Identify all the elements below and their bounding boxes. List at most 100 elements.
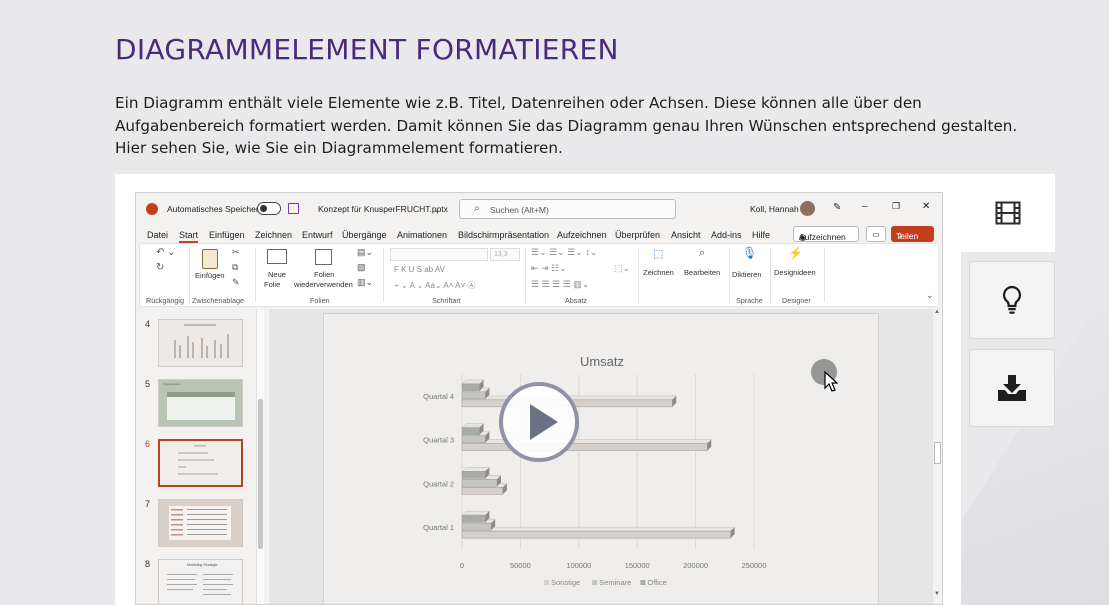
tip-button[interactable] (969, 261, 1055, 339)
page-title: DIAGRAMMELEMENT FORMATIEREN (115, 33, 619, 66)
legend-swatch (544, 580, 549, 585)
bar-office (461, 383, 480, 392)
bar-sonstige (461, 487, 504, 495)
draw-icon[interactable]: ⬚ (653, 247, 663, 260)
record-button[interactable]: ◉ Aufzeichnen (793, 226, 859, 242)
bar-seminare (461, 391, 486, 400)
pen-icon[interactable]: ✎ (833, 202, 841, 213)
video-tab-button[interactable] (985, 196, 1031, 230)
font-color-buttons[interactable]: ⌁ ⌄ A ⌄ Aa⌄ A˄ A˅ Ⓐ (394, 280, 475, 291)
thumbnail-scrollbar[interactable] (256, 309, 264, 604)
download-button[interactable] (969, 349, 1055, 427)
reset-icon[interactable]: ▧ (357, 262, 366, 273)
reuse-slides-icon[interactable] (315, 249, 332, 265)
bar-office (461, 471, 486, 479)
mouse-cursor-icon (824, 371, 838, 392)
menu-uebergaenge[interactable]: Übergänge (342, 230, 387, 240)
folien-wv-label-1[interactable]: Folien (314, 270, 334, 279)
slide-thumbnail-5[interactable]: Organisation (158, 379, 243, 427)
y-category-label: Quartal 2 (423, 479, 454, 488)
bar-chart[interactable]: Umsatz 0 50000 100000 150000 200000 250000 Quar… (324, 314, 880, 605)
avatar[interactable] (800, 201, 815, 216)
menu-aufzeichnen[interactable]: Aufzeichnen (557, 230, 607, 240)
x-tick-label: 150000 (625, 561, 650, 570)
menu-ansicht[interactable]: Ansicht (671, 230, 701, 240)
menu-animationen[interactable]: Animationen (397, 230, 447, 240)
restore-icon[interactable]: ❐ (892, 201, 900, 212)
zeichnen-label[interactable]: Zeichnen (643, 268, 674, 277)
share-button[interactable]: ⇪ Teilen (891, 226, 934, 242)
save-icon[interactable] (288, 203, 299, 214)
align-icon[interactable]: ☰ ☰ ☰ ☰ ▥⌄ (531, 279, 589, 290)
font-family-select[interactable] (390, 248, 488, 261)
user-name: Koll, Hannah (750, 204, 799, 214)
minimize-icon[interactable]: – (862, 201, 868, 212)
redo-icon[interactable]: ↻ (156, 262, 164, 273)
menu-zeichnen[interactable]: Zeichnen (255, 230, 292, 240)
bar-sonstige (461, 443, 708, 451)
format-painter-icon[interactable]: ✎ (232, 277, 240, 288)
microphone-icon[interactable]: 🎙 (742, 246, 757, 260)
designer-icon[interactable]: ⚡ (788, 246, 803, 260)
menu-ueberpruefen[interactable]: Überprüfen (615, 230, 660, 240)
chevron-down-icon[interactable]: ⌄ (433, 204, 440, 215)
indent-icon[interactable]: ⇤ ⇥ ☷⌄ (531, 263, 567, 274)
section-icon[interactable]: ▥⌄ (357, 277, 373, 288)
bullets-icon[interactable]: ☰⌄ ☰⌄ ☰⌄ ↕⌄ (531, 247, 597, 258)
menu-bildschirmpraesentation[interactable]: Bildschirmpräsentation (458, 230, 549, 240)
search-placeholder: Suchen (Alt+M) (490, 205, 549, 215)
bar-seminare (461, 522, 492, 531)
new-slide-icon[interactable] (267, 249, 287, 264)
collapse-ribbon-icon[interactable]: ⌄ (926, 290, 934, 301)
find-icon[interactable]: ⌕ (699, 247, 705, 260)
group-absatz: Absatz (565, 296, 587, 305)
menu-entwurf[interactable]: Entwurf (302, 230, 333, 240)
menu-hilfe[interactable]: Hilfe (752, 230, 770, 240)
menu-start[interactable]: Start (179, 230, 199, 243)
diktieren-label[interactable]: Diktieren (732, 270, 762, 279)
y-category-label: Quartal 4 (423, 392, 454, 401)
menu-einfuegen[interactable]: Einfügen (209, 230, 245, 240)
bearbeiten-label[interactable]: Bearbeiten (684, 268, 720, 277)
slide-thumbnail-4[interactable] (158, 319, 243, 367)
slide-thumbnail-7[interactable] (158, 499, 243, 547)
y-category-label: Quartal 1 (423, 523, 454, 532)
menu-datei[interactable]: Datei (147, 230, 168, 240)
menu-addins[interactable]: Add-ins (711, 230, 742, 240)
font-size-select[interactable]: 13,3 (490, 248, 520, 261)
copy-icon[interactable]: ⧉ (232, 262, 238, 273)
font-style-buttons[interactable]: F K U S ab AV (394, 265, 445, 274)
lightbulb-icon (1002, 285, 1022, 314)
group-zwischenablage: Zwischenablage (192, 296, 244, 305)
powerpoint-logo-icon (146, 203, 158, 215)
paste-icon[interactable] (202, 249, 218, 269)
thumbnail-number: 7 (145, 499, 151, 509)
slide-thumbnail-pane: 4 5 Organisation 6 7 8 Marketing Strateg… (136, 309, 266, 604)
text-direction-icon[interactable]: ⬚⌄ (614, 263, 630, 274)
thumbnail-number: 6 (145, 439, 151, 449)
bar-sonstige (461, 530, 731, 539)
slide-thumbnail-6[interactable] (158, 439, 243, 487)
cut-icon[interactable]: ✂ (232, 247, 240, 258)
layout-icon[interactable]: ▤⌄ (357, 247, 373, 258)
search-box[interactable]: ⌕ Suchen (Alt+M) (459, 199, 676, 219)
einfuegen-label[interactable]: Einfügen (195, 271, 225, 280)
x-tick-label: 200000 (683, 561, 708, 570)
slide-thumbnail-8[interactable]: Marketing Strategie (158, 559, 243, 604)
close-icon[interactable]: ✕ (922, 201, 930, 212)
comment-button[interactable]: ▭ (866, 226, 886, 242)
chart-title: Umsatz (580, 354, 624, 369)
neue-folie-label-2[interactable]: Folie (264, 280, 280, 289)
legend-label: Sonstige (551, 578, 580, 587)
designideen-label[interactable]: Designideen (774, 268, 816, 277)
download-icon (998, 375, 1026, 401)
play-button[interactable] (499, 382, 579, 462)
undo-icon[interactable]: ↶ ⌄ (156, 247, 176, 258)
canvas-scrollbar[interactable]: ▲ ▼ (933, 309, 942, 604)
legend-swatch (640, 580, 646, 585)
group-schriftart: Schriftart (432, 296, 461, 305)
folien-wv-label-2[interactable]: wiederverwenden (294, 280, 353, 289)
neue-folie-label-1[interactable]: Neue (268, 270, 286, 279)
autosave-toggle[interactable] (257, 202, 281, 215)
current-slide[interactable]: Umsatz 0 50000 100000 150000 200000 250000 Quar… (323, 313, 880, 605)
